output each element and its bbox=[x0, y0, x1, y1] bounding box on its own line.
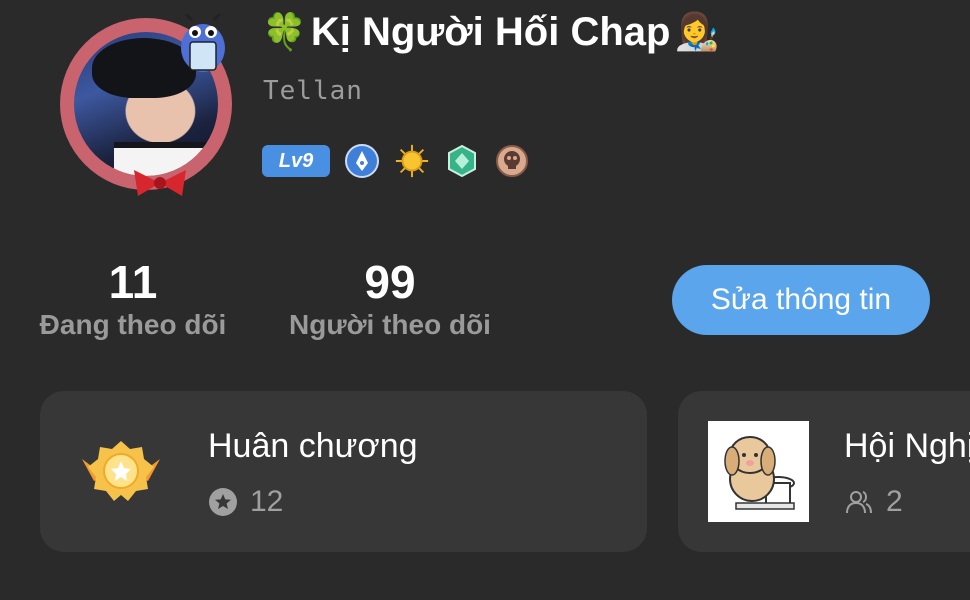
following-count: 11 bbox=[108, 256, 158, 308]
pen-nib-badge-icon[interactable] bbox=[344, 143, 380, 179]
star-circle-icon bbox=[209, 488, 237, 516]
profile-name-text: Kị Người Hối Chap bbox=[310, 10, 671, 54]
sun-badge-icon[interactable] bbox=[394, 143, 430, 179]
medals-card-title: Huân chương bbox=[208, 427, 418, 465]
followers-count: 99 bbox=[364, 256, 416, 308]
medals-count: 12 bbox=[250, 485, 284, 518]
red-bow-icon bbox=[134, 170, 186, 196]
medals-card-meta: 12 bbox=[208, 485, 283, 519]
followers-stat[interactable]: 99 Người theo dõi bbox=[282, 256, 498, 342]
level-badge[interactable]: Lv9 bbox=[262, 145, 330, 177]
followers-label: Người theo dõi bbox=[289, 309, 491, 340]
puppy-on-toilet-image bbox=[708, 421, 809, 522]
group-thumbnail bbox=[708, 421, 809, 522]
group-card-meta: 2 bbox=[844, 485, 903, 519]
profile-username: Tellan bbox=[263, 76, 363, 106]
artist-emoji: 👩‍🎨 bbox=[674, 11, 720, 52]
edit-profile-button[interactable]: Sửa thông tin bbox=[672, 265, 930, 335]
members-icon bbox=[846, 491, 872, 514]
medal-icon bbox=[82, 441, 160, 501]
profile-display-name: 🍀 Kị Người Hối Chap 👩‍🎨 bbox=[262, 6, 719, 58]
group-card-title: Hội Nghị bbox=[844, 427, 970, 465]
following-stat[interactable]: 11 Đang theo dõi bbox=[30, 256, 236, 342]
group-member-count: 2 bbox=[886, 485, 903, 518]
medals-card[interactable]: Huân chương 12 bbox=[40, 391, 647, 552]
skull-badge-icon[interactable] bbox=[494, 143, 530, 179]
clover-emoji: 🍀 bbox=[262, 11, 307, 52]
badge-row: Lv9 bbox=[262, 143, 530, 179]
following-label: Đang theo dõi bbox=[39, 309, 227, 340]
group-card[interactable]: Hội Nghị 2 bbox=[678, 391, 970, 552]
green-gem-badge-icon[interactable] bbox=[444, 143, 480, 179]
bug-mascot-icon bbox=[181, 14, 225, 72]
